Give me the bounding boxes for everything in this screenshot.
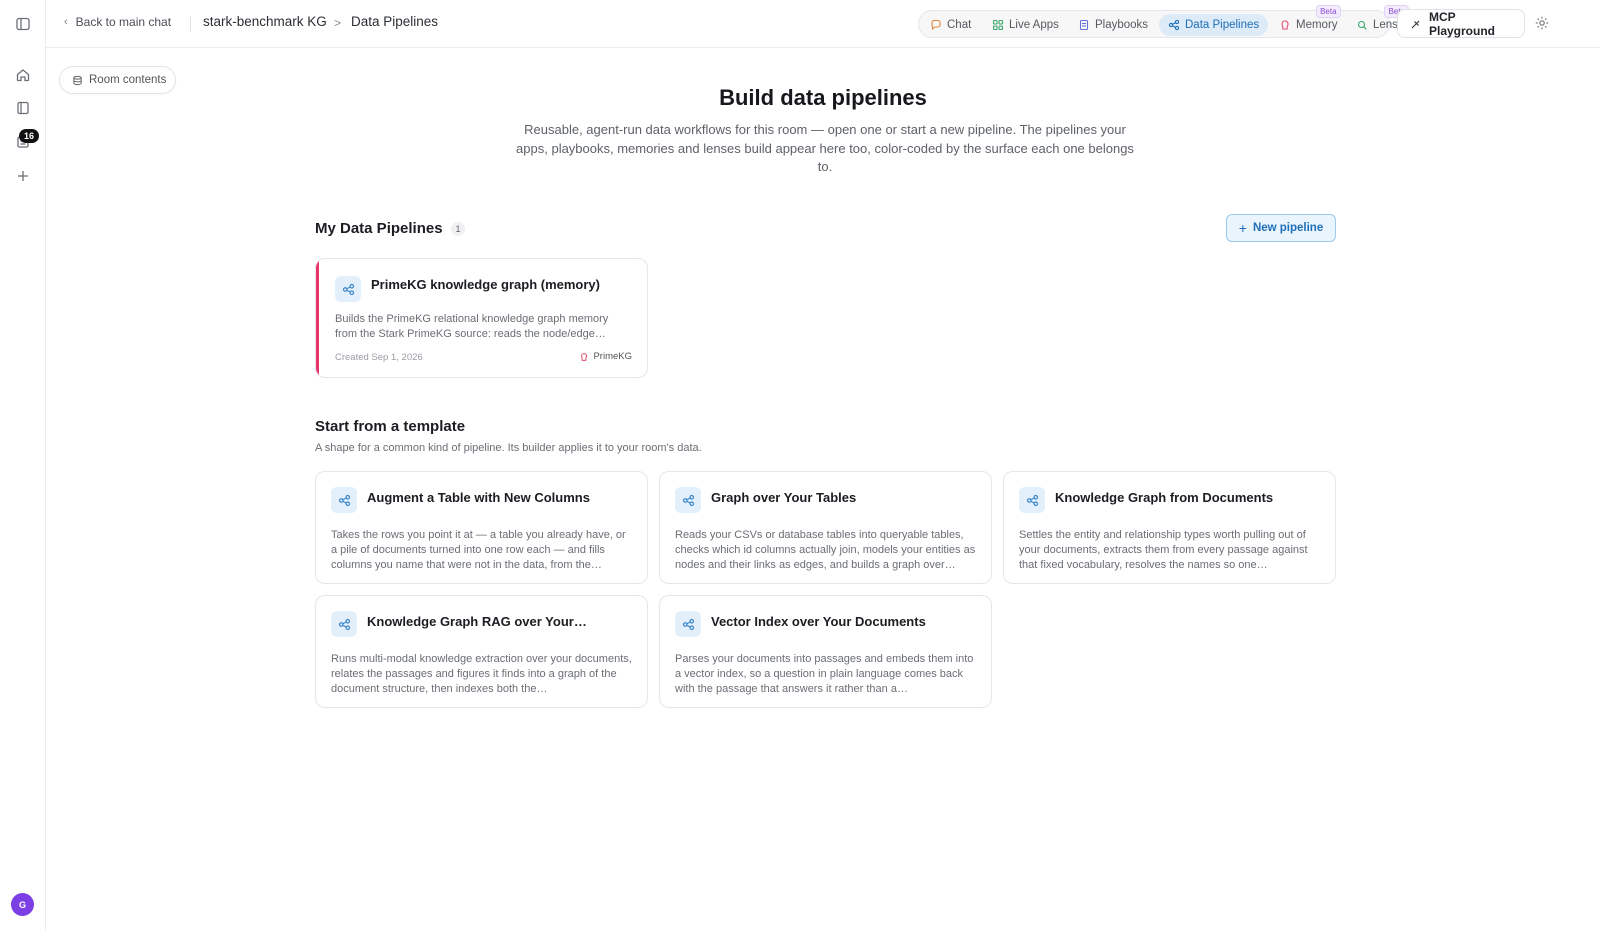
user-avatar[interactable]: G xyxy=(11,893,34,916)
template-card[interactable]: Knowledge Graph from Documents Settles t… xyxy=(1003,471,1336,584)
tab-data-pipelines-label: Data Pipelines xyxy=(1185,19,1260,31)
template-title: Graph over Your Tables xyxy=(711,490,857,505)
sidebar-toggle-icon[interactable] xyxy=(11,12,35,36)
my-pipelines-heading: My Data Pipelines xyxy=(315,220,443,237)
pipeline-count-badge: 1 xyxy=(451,222,465,236)
template-description: Reads your CSVs or database tables into … xyxy=(675,529,976,571)
brain-icon xyxy=(1279,19,1291,31)
tab-live-apps[interactable]: Live Apps xyxy=(983,14,1068,36)
templates-subtitle: A shape for a common kind of pipeline. I… xyxy=(315,442,702,454)
tab-live-apps-label: Live Apps xyxy=(1009,19,1059,31)
tab-playbooks[interactable]: Playbooks xyxy=(1069,14,1157,36)
pipeline-icon xyxy=(675,611,701,637)
pipeline-description: Builds the PrimeKG relational knowledge … xyxy=(335,313,609,340)
back-label: Back to main chat xyxy=(75,15,172,29)
beta-badge: Beta xyxy=(1316,5,1341,18)
mcp-playground-label: MCP Playground xyxy=(1429,9,1496,38)
pipeline-card[interactable]: PrimeKG knowledge graph (memory) Builds … xyxy=(315,258,648,378)
grid-icon xyxy=(992,19,1004,31)
tab-data-pipelines[interactable]: Data Pipelines xyxy=(1159,14,1269,36)
pipeline-icon xyxy=(1168,19,1180,31)
back-to-main-chat-link[interactable]: ‹ Back to main chat xyxy=(64,15,171,29)
page-subtitle: Reusable, agent-run data workflows for t… xyxy=(516,122,1134,174)
chat-icon xyxy=(930,19,942,31)
surface-color-stripe xyxy=(316,259,319,377)
tab-playbooks-label: Playbooks xyxy=(1095,19,1149,31)
mcp-playground-button[interactable]: MCP Playground xyxy=(1397,9,1525,38)
pipeline-title: PrimeKG knowledge graph (memory) xyxy=(371,277,600,292)
new-pipeline-label: New pipeline xyxy=(1252,222,1324,234)
home-icon[interactable] xyxy=(11,63,35,87)
template-description: Parses your documents into passages and … xyxy=(675,653,974,695)
surface-nav: Chat Live Apps Playbooks Data Pipelines … xyxy=(918,5,1409,38)
tab-lens-label: Lens xyxy=(1373,19,1398,31)
page-title: Build data pipelines xyxy=(719,85,927,110)
plug-icon xyxy=(1410,18,1422,30)
pipeline-icon xyxy=(331,611,357,637)
pipeline-icon xyxy=(335,276,361,302)
template-title: Augment a Table with New Columns xyxy=(367,490,590,505)
tab-chat-label: Chat xyxy=(947,19,972,31)
pipeline-icon xyxy=(331,487,357,513)
template-title: Knowledge Graph RAG over Your… xyxy=(367,614,587,629)
database-icon xyxy=(72,75,83,86)
template-card[interactable]: Graph over Your Tables Reads your CSVs o… xyxy=(659,471,992,584)
tab-chat[interactable]: Chat xyxy=(921,14,980,36)
pipeline-icon xyxy=(1019,487,1045,513)
pipeline-source-tag: PrimeKG xyxy=(579,351,632,362)
template-title: Knowledge Graph from Documents xyxy=(1055,490,1274,505)
template-card[interactable]: Vector Index over Your Documents Parses … xyxy=(659,595,992,708)
pipeline-icon xyxy=(675,487,701,513)
template-description: Takes the rows you point it at — a table… xyxy=(331,529,626,571)
breadcrumb-page: Data Pipelines xyxy=(351,14,439,29)
breadcrumb-separator: > xyxy=(334,16,342,30)
add-icon[interactable] xyxy=(11,164,35,188)
divider xyxy=(190,16,191,32)
new-pipeline-button[interactable]: + New pipeline xyxy=(1226,214,1336,242)
template-description: Settles the entity and relationship type… xyxy=(1019,529,1308,571)
pipeline-created-date: Created Sep 1, 2026 xyxy=(335,352,423,363)
pipeline-tag-label: PrimeKG xyxy=(593,351,632,362)
left-rail: 16 G xyxy=(0,0,46,930)
gear-icon[interactable] xyxy=(1534,15,1550,31)
brain-icon xyxy=(579,352,589,362)
breadcrumb-room[interactable]: stark-benchmark KG xyxy=(203,14,327,29)
template-description: Runs multi-modal knowledge extraction ov… xyxy=(331,653,632,695)
book-icon[interactable] xyxy=(11,96,35,120)
chevron-left-icon: ‹ xyxy=(64,16,68,28)
lens-icon xyxy=(1356,19,1368,31)
template-card[interactable]: Augment a Table with New Columns Takes t… xyxy=(315,471,648,584)
template-title: Vector Index over Your Documents xyxy=(711,614,926,629)
plus-icon: + xyxy=(1238,220,1247,236)
notification-badge: 16 xyxy=(19,129,39,143)
playbook-icon xyxy=(1078,19,1090,31)
top-bar: ‹ Back to main chat stark-benchmark KG >… xyxy=(46,0,1600,48)
tab-memory-label: Memory xyxy=(1296,19,1338,31)
templates-heading: Start from a template xyxy=(315,418,466,435)
template-card[interactable]: Knowledge Graph RAG over Your… Runs mult… xyxy=(315,595,648,708)
tab-memory[interactable]: Memory Beta xyxy=(1270,5,1347,36)
